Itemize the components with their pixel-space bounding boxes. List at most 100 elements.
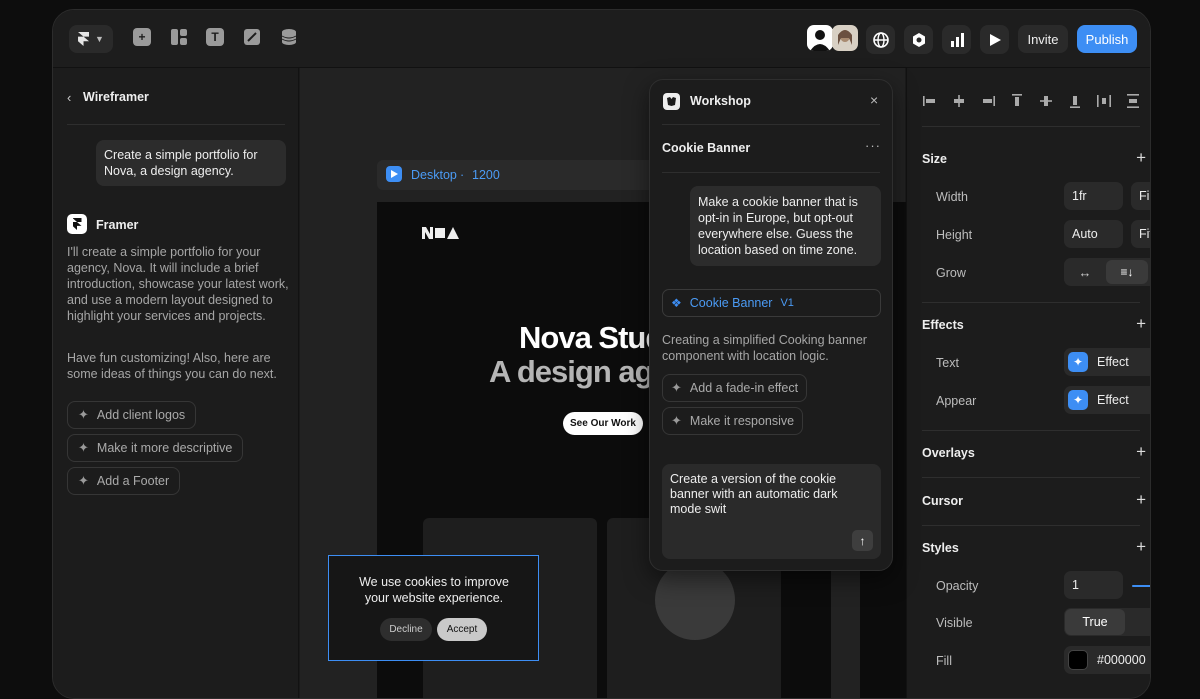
decline-button[interactable]: Decline: [380, 618, 432, 641]
prompt-text[interactable]: Create a version of the cookie banner wi…: [670, 472, 870, 517]
suggestion-chip[interactable]: ✦ Add a fade-in effect: [662, 374, 808, 402]
divider: [922, 525, 1140, 526]
align-left-icon[interactable]: [923, 94, 937, 108]
chevron-down-icon: ▼: [95, 34, 104, 44]
component-icon: ❖: [671, 296, 682, 310]
text-icon[interactable]: T: [206, 28, 224, 46]
accept-button[interactable]: Accept: [437, 618, 487, 641]
divider: [922, 302, 1140, 303]
version-chip[interactable]: ❖ Cookie Banner V1: [662, 289, 881, 317]
user-message: Make a cookie banner that is opt-in in E…: [690, 186, 881, 266]
workshop-panel: Workshop × Cookie Banner ··· Make a cook…: [649, 79, 893, 571]
framer-logo-icon: [78, 32, 90, 46]
distribute-v-icon[interactable]: [1126, 94, 1140, 108]
align-center-v-icon[interactable]: [1039, 94, 1053, 108]
sparkle-icon: ✦: [78, 440, 89, 455]
frame-sep: ·: [460, 168, 465, 182]
grow-stack-icon[interactable]: ≡↓: [1106, 260, 1148, 284]
add-icon[interactable]: +: [1136, 442, 1146, 462]
align-bottom-icon[interactable]: [1068, 94, 1082, 108]
height-label: Height: [936, 228, 973, 242]
appear-effect-field[interactable]: ✦ Effect: [1064, 386, 1150, 414]
fill-swatch[interactable]: [1068, 650, 1088, 670]
insert-icon[interactable]: +: [133, 28, 151, 46]
suggestion-chip[interactable]: ✦ Make it responsive: [662, 407, 804, 435]
workshop-icon: [663, 93, 680, 110]
cookie-banner[interactable]: We use cookies to improve your website e…: [328, 555, 539, 661]
suggestion-chip[interactable]: ✦ Make it more descriptive: [67, 434, 244, 462]
panel-title: Wireframer: [83, 90, 149, 104]
grow-segmented[interactable]: ↔ ≡↓ ⥂: [1064, 258, 1150, 286]
opacity-label: Opacity: [936, 579, 979, 593]
analytics-icon[interactable]: [942, 25, 971, 54]
distribute-h-icon[interactable]: [1097, 94, 1111, 108]
divider: [662, 172, 880, 173]
visible-true-option[interactable]: True: [1065, 609, 1125, 635]
visible-no-option[interactable]: No: [1125, 615, 1150, 629]
text-effect-field[interactable]: ✦ Effect: [1064, 348, 1150, 376]
fill-field[interactable]: #000000: [1064, 646, 1150, 674]
framer-avatar-icon: [67, 214, 87, 234]
avatar-user-2[interactable]: [832, 25, 858, 51]
height-input[interactable]: Auto: [1064, 220, 1123, 248]
visible-label: Visible: [936, 616, 973, 630]
align-top-icon[interactable]: [1010, 94, 1024, 108]
framer-menu-button[interactable]: ▼: [69, 25, 113, 53]
add-icon[interactable]: +: [1136, 537, 1146, 557]
divider: [67, 124, 285, 125]
text-effect-label: Text: [936, 356, 959, 370]
height-mode-select[interactable]: Fit⌄: [1131, 220, 1150, 248]
status-message: Creating a simplified Cooking banner com…: [662, 333, 867, 363]
settings-hex-icon[interactable]: [904, 25, 933, 54]
opacity-slider-track[interactable]: [1132, 585, 1150, 587]
cursor-section-title: Cursor: [922, 494, 963, 508]
fill-label: Fill: [936, 654, 952, 668]
publish-button[interactable]: Publish: [1077, 25, 1137, 53]
sparkle-icon: ✦: [78, 473, 89, 488]
cms-icon[interactable]: [280, 28, 298, 46]
play-frame-icon[interactable]: [386, 166, 402, 182]
pen-icon[interactable]: [243, 28, 261, 46]
align-center-h-icon[interactable]: [952, 94, 966, 108]
add-icon[interactable]: +: [1136, 148, 1146, 168]
cta-button[interactable]: See Our Work: [563, 412, 643, 435]
width-mode-select[interactable]: Fill⌄: [1131, 182, 1150, 210]
assistant-message-2: Have fun customizing! Also, here are som…: [67, 351, 277, 381]
suggestion-chip[interactable]: ✦ Add client logos: [67, 401, 197, 429]
avatar-user-1[interactable]: [807, 25, 833, 51]
effects-section-title: Effects: [922, 318, 964, 332]
properties-panel: Size + Width 1fr Fill⌄ Height Auto Fit⌄ …: [906, 68, 1150, 698]
sparkle-icon: ✦: [671, 413, 682, 428]
component-name: Cookie Banner: [662, 141, 751, 155]
preview-play-icon[interactable]: [980, 25, 1009, 54]
close-icon[interactable]: ×: [870, 92, 878, 108]
sparkle-icon: ✦: [671, 380, 682, 395]
divider: [922, 126, 1140, 127]
align-right-icon[interactable]: [981, 94, 995, 108]
globe-icon[interactable]: [866, 25, 895, 54]
visible-toggle[interactable]: True No: [1064, 608, 1150, 636]
invite-button[interactable]: Invite: [1018, 25, 1068, 53]
opacity-slider-fill: [1132, 585, 1150, 587]
width-input[interactable]: 1fr: [1064, 182, 1123, 210]
suggestion-chip[interactable]: ✦ Add a Footer: [67, 467, 181, 495]
add-icon[interactable]: +: [1136, 314, 1146, 334]
grow-label: Grow: [936, 266, 966, 280]
assistant-message: I'll create a simple portfolio for your …: [67, 245, 289, 323]
frame-width: 1200: [472, 168, 500, 182]
sparkle-icon: ✦: [78, 407, 89, 422]
user-message: Create a simple portfolio for Nova, a de…: [96, 140, 286, 186]
grow-expand-icon[interactable]: ⥂: [1148, 265, 1150, 280]
overlays-section-title: Overlays: [922, 446, 975, 460]
add-icon[interactable]: +: [1136, 490, 1146, 510]
version-tag: V1: [780, 297, 794, 309]
back-chevron-icon[interactable]: ‹: [67, 90, 71, 105]
prompt-input[interactable]: Create a version of the cookie banner wi…: [662, 464, 881, 559]
grow-horizontal-icon[interactable]: ↔: [1064, 265, 1106, 280]
opacity-input[interactable]: 1: [1064, 571, 1123, 599]
more-icon[interactable]: ···: [865, 138, 881, 153]
layout-icon[interactable]: [170, 28, 188, 46]
toolbar: ▼ + T Invite Publish: [53, 10, 1150, 68]
ai-chat-panel: ‹ Wireframer Create a simple portfolio f…: [53, 68, 299, 698]
send-arrow-icon[interactable]: ↑: [852, 530, 873, 551]
